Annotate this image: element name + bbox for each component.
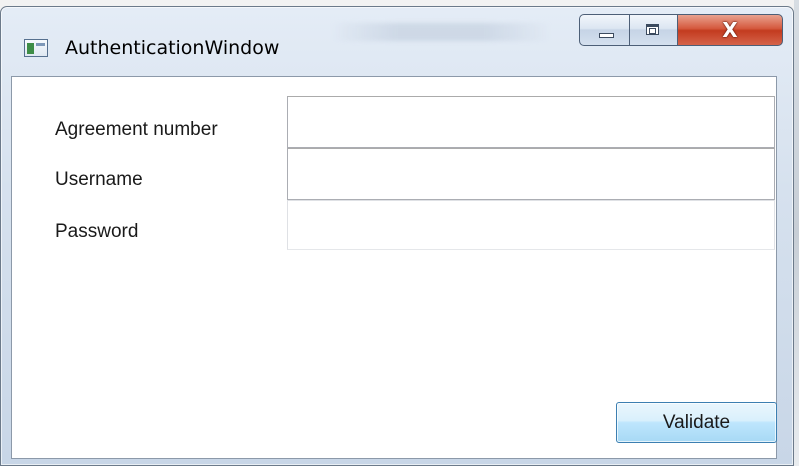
authentication-window: AuthenticationWindow X Agreement number …: [0, 6, 794, 466]
password-label: Password: [55, 221, 139, 242]
validate-button[interactable]: Validate: [616, 402, 777, 443]
caption-buttons: X: [579, 14, 783, 46]
maximize-icon: [646, 24, 659, 35]
client-area: Agreement number Username Password Valid…: [11, 76, 777, 459]
close-button[interactable]: X: [677, 14, 783, 46]
minimize-button[interactable]: [579, 14, 630, 46]
maximize-button[interactable]: [629, 14, 678, 46]
password-input[interactable]: [287, 200, 775, 250]
minimize-icon: [599, 33, 614, 38]
window-title: AuthenticationWindow: [65, 37, 280, 59]
username-label: Username: [55, 169, 143, 190]
agreement-number-label: Agreement number: [55, 119, 218, 140]
desktop-background: [794, 0, 799, 466]
title-bar-glass-blur: [331, 23, 551, 41]
username-input[interactable]: [287, 148, 775, 200]
agreement-number-input[interactable]: [287, 96, 775, 148]
app-window-icon[interactable]: [24, 39, 48, 57]
title-bar[interactable]: AuthenticationWindow X: [1, 7, 793, 75]
close-icon: X: [722, 18, 738, 42]
